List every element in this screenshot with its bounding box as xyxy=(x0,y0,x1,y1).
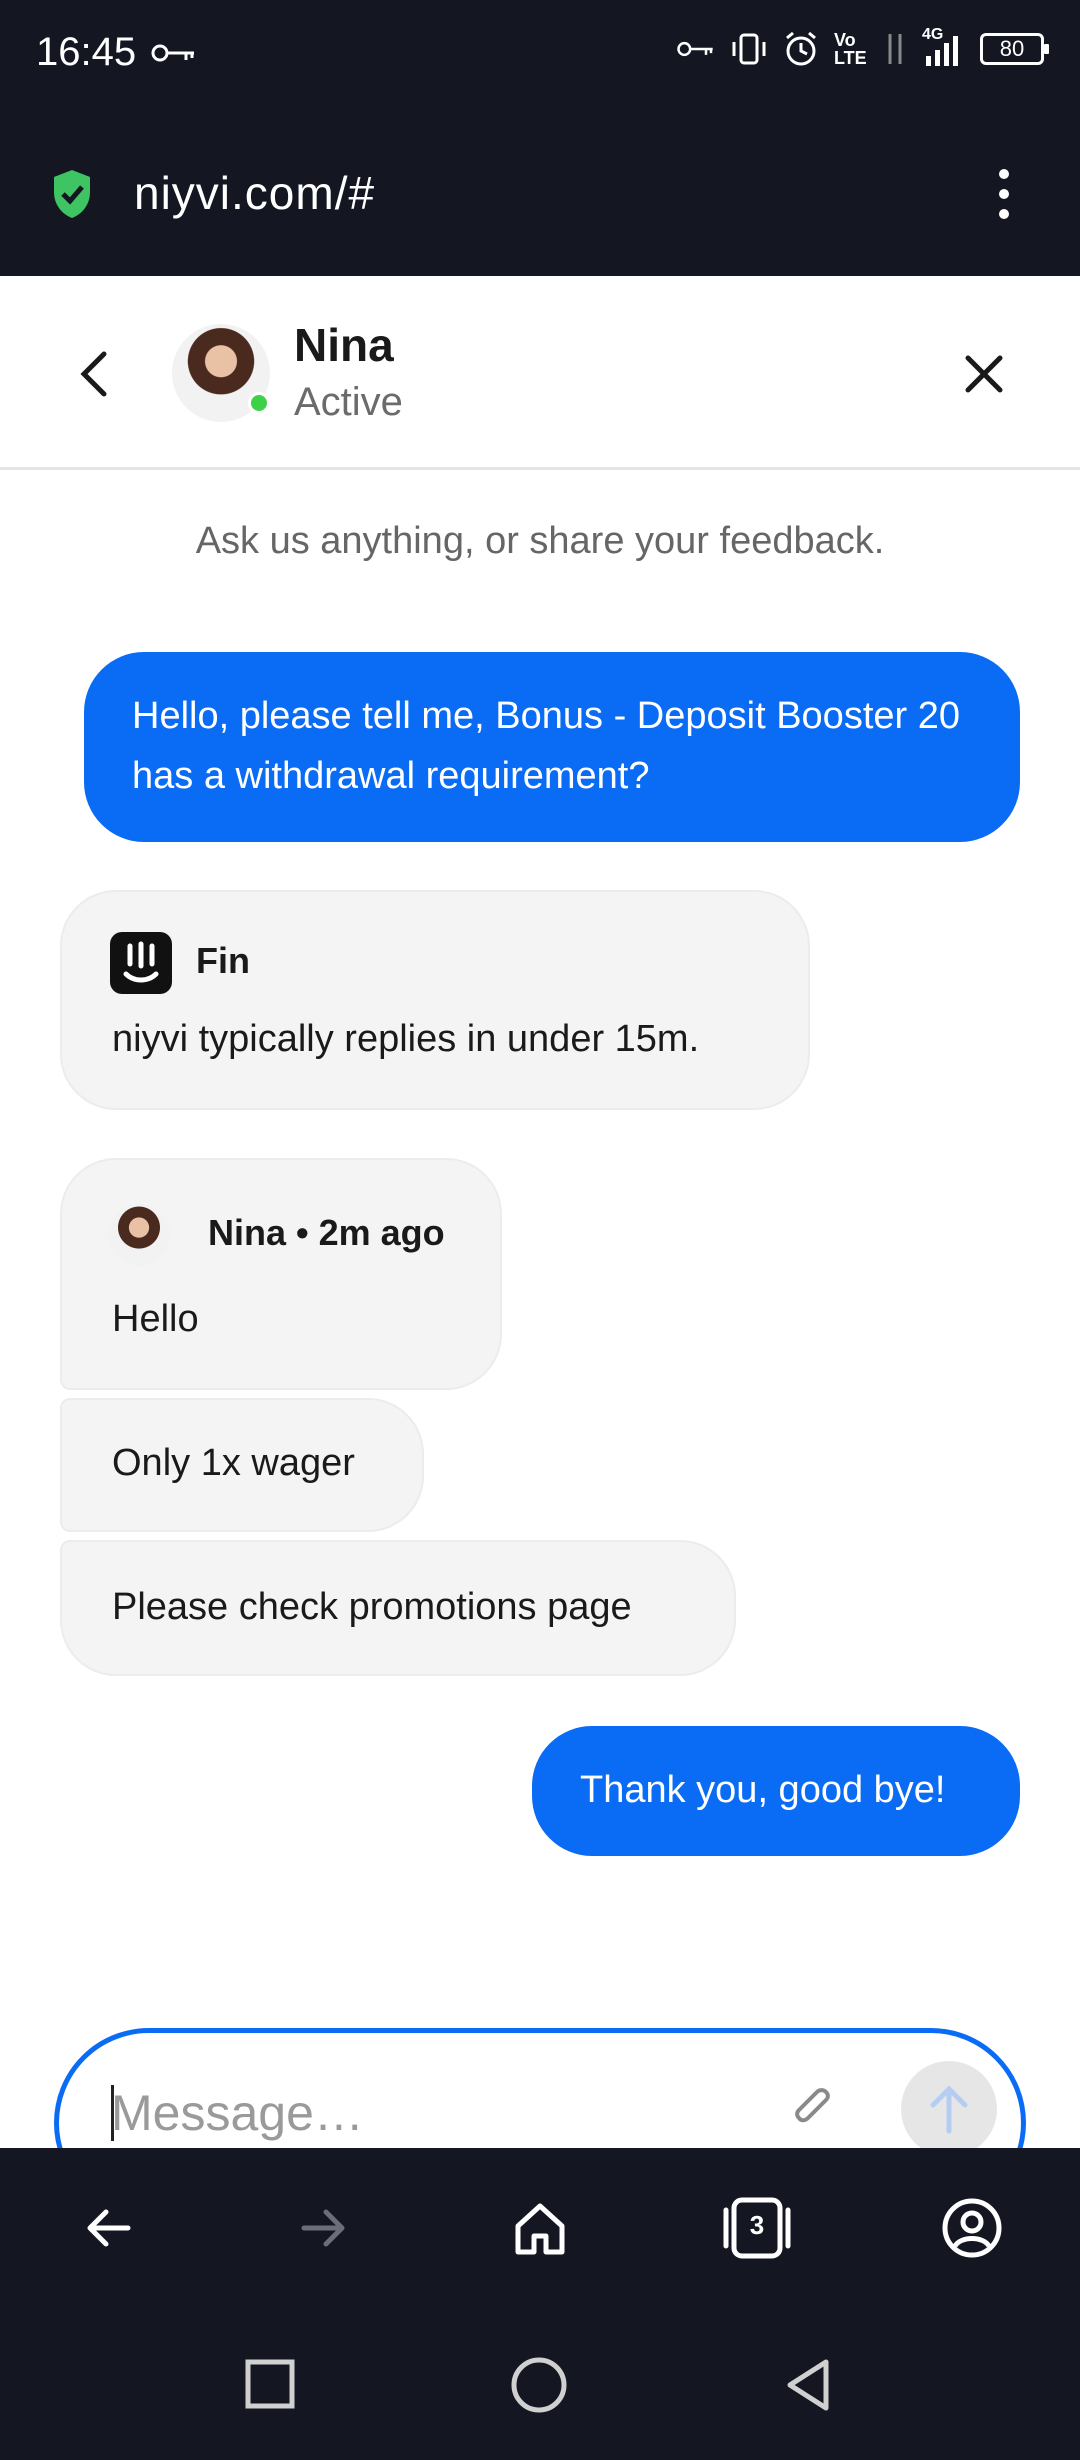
alarm-icon xyxy=(786,31,816,66)
agent-avatar xyxy=(172,324,270,422)
back-chevron-icon[interactable] xyxy=(74,348,114,400)
url-text[interactable]: niyvi.com/# xyxy=(134,166,375,220)
forward-arrow-icon[interactable] xyxy=(296,2200,352,2256)
agent-message: Please check promotions page xyxy=(60,1540,736,1676)
battery-level: 80 xyxy=(999,36,1025,61)
send-button[interactable] xyxy=(901,2061,997,2157)
browser-url-bar[interactable]: niyvi.com/# xyxy=(0,110,1080,276)
status-time: 16:45 xyxy=(36,30,137,74)
data-transfer-icon xyxy=(888,34,902,64)
home-circle-icon[interactable] xyxy=(510,2356,568,2414)
tabs-count: 3 xyxy=(749,2210,765,2240)
signal-icon: 4G xyxy=(922,26,966,68)
message-text: Hello, please tell me, Bonus - Deposit B… xyxy=(132,695,960,797)
message-text: Only 1x wager xyxy=(112,1442,355,1484)
system-navigation-bar xyxy=(0,2308,1080,2460)
agent-message: Nina • 2m ago Hello xyxy=(60,1158,502,1390)
user-message: Hello, please tell me, Bonus - Deposit B… xyxy=(84,652,1020,842)
account-icon[interactable] xyxy=(940,2196,1004,2260)
sender-name: Nina • 2m ago xyxy=(208,1212,445,1253)
intro-text: Ask us anything, or share your feedback. xyxy=(195,520,885,562)
user-message: Thank you, good bye! xyxy=(532,1726,1020,1856)
text-caret xyxy=(111,2085,114,2141)
agent-name: Nina xyxy=(294,319,394,371)
message-text: niyvi typically replies in under 15m. xyxy=(112,1018,700,1060)
message-text: Please check promotions page xyxy=(112,1586,632,1628)
tabs-button[interactable]: 3 xyxy=(720,2194,794,2262)
battery-icon: 80 xyxy=(980,33,1049,65)
bot-message: Fin niyvi typically replies in under 15m… xyxy=(60,890,810,1110)
status-icons: Vo LTE 4G 80 xyxy=(676,26,1049,68)
vpn-key-icon xyxy=(151,44,194,62)
arrow-up-icon xyxy=(930,2085,968,2134)
agent-status: Active xyxy=(294,380,403,424)
back-arrow-icon[interactable] xyxy=(80,2200,136,2256)
browser-toolbar: 3 xyxy=(0,2148,1080,2308)
message-input[interactable] xyxy=(111,2073,791,2153)
close-icon[interactable] xyxy=(960,350,1008,398)
secure-shield-icon xyxy=(54,170,90,218)
volte-icon: Vo LTE xyxy=(834,30,867,68)
agent-message: Only 1x wager xyxy=(60,1398,424,1532)
chat-header: Nina Active xyxy=(0,276,1080,470)
status-bar: 16:45 Vo LTE 4G 80 xyxy=(0,0,1080,110)
fin-logo-icon xyxy=(110,932,172,994)
agent-small-avatar xyxy=(108,1204,170,1266)
vibrate-icon xyxy=(732,33,766,65)
vpn-key-icon xyxy=(677,41,713,57)
more-vertical-icon[interactable] xyxy=(994,166,1014,222)
message-text: Thank you, good bye! xyxy=(580,1769,946,1811)
online-status-dot xyxy=(248,392,270,414)
attachment-icon[interactable] xyxy=(789,2085,839,2135)
sender-name: Fin xyxy=(196,940,250,981)
recents-square-icon[interactable] xyxy=(244,2358,296,2410)
message-text: Hello xyxy=(112,1298,199,1340)
back-triangle-icon[interactable] xyxy=(782,2356,834,2414)
home-icon[interactable] xyxy=(510,2198,570,2258)
